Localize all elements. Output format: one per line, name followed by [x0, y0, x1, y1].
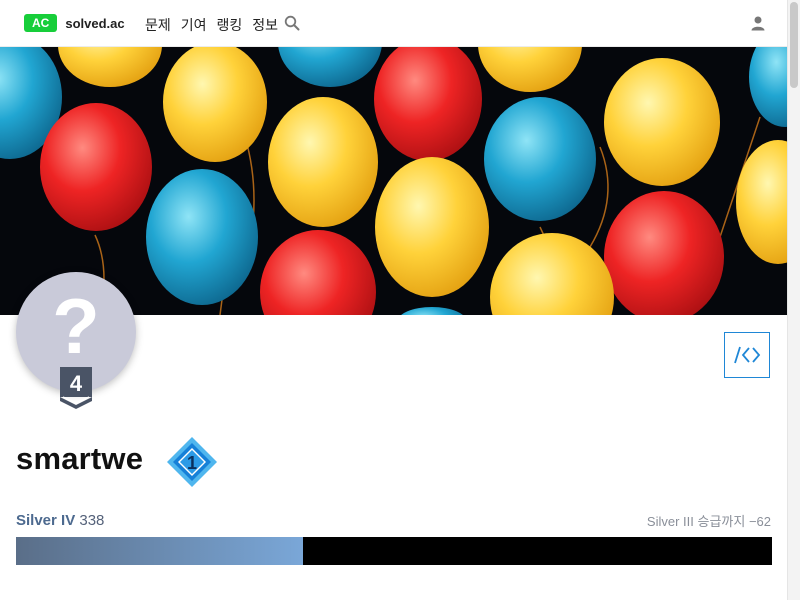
- rating-progress-bar: [16, 537, 772, 565]
- nav-item-ranking[interactable]: 랭킹: [217, 15, 243, 35]
- scrollbar-thumb[interactable]: [790, 2, 798, 88]
- code-icon: [734, 346, 761, 364]
- nav-item-info[interactable]: 정보: [252, 15, 278, 35]
- class-badge[interactable]: 4: [60, 367, 92, 409]
- class-level: 4: [70, 371, 83, 396]
- main-nav: 문제 기여 랭킹 정보: [145, 15, 278, 35]
- user-icon[interactable]: [750, 15, 766, 31]
- profile-banner: [0, 47, 787, 315]
- rating-value: 338: [79, 512, 105, 529]
- brand-logo[interactable]: AC solved.ac: [24, 14, 125, 32]
- next-tier-text: Silver III 승급까지 −62: [646, 514, 771, 529]
- brand-badge: AC: [24, 14, 58, 32]
- code-button[interactable]: [724, 332, 770, 378]
- tier-summary: Silver IV 338: [16, 512, 104, 529]
- rank-badge[interactable]: 1: [166, 436, 218, 488]
- username: smartwe: [16, 441, 144, 476]
- top-navigation-bar: AC solved.ac 문제 기여 랭킹 정보: [0, 0, 787, 47]
- search-icon[interactable]: [284, 15, 300, 31]
- page-scrollbar[interactable]: [787, 0, 800, 600]
- balloons-background-image: [0, 47, 787, 315]
- rating-progress-fill: [16, 537, 304, 565]
- brand-name: solved.ac: [65, 15, 125, 31]
- tier-name: Silver IV: [16, 512, 76, 529]
- rank-number: 1: [187, 453, 197, 473]
- nav-item-problems[interactable]: 문제: [145, 15, 171, 35]
- nav-item-contribute[interactable]: 기여: [181, 15, 207, 35]
- question-icon: ?: [52, 282, 100, 370]
